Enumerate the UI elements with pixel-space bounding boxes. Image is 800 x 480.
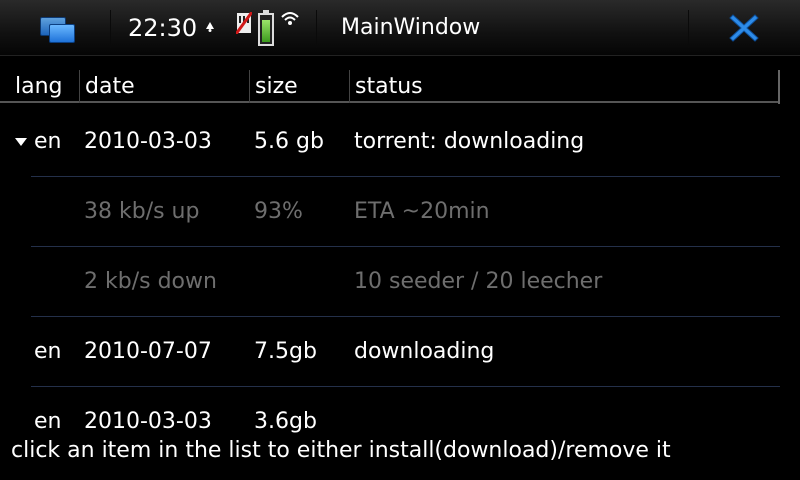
battery-icon: [258, 10, 274, 46]
cell-progress: 93%: [254, 199, 303, 224]
alarm-icon: [206, 22, 214, 32]
cell-size: 7.5gb: [254, 339, 317, 364]
cell-eta: ETA ~20min: [354, 199, 490, 224]
cell-status: torrent: downloading: [354, 129, 585, 154]
cell-size: 5.6 gb: [254, 129, 324, 154]
cell-size: 3.6gb: [254, 409, 317, 434]
clock[interactable]: 22:30: [128, 14, 197, 42]
cell-date: 2010-07-07: [84, 339, 212, 364]
cell-download-rate: 2 kb/s down: [84, 269, 217, 294]
sim-icon: [236, 12, 252, 34]
wifi-icon: [281, 12, 299, 25]
column-header-status[interactable]: status: [349, 70, 423, 103]
cell-status: downloading: [354, 339, 495, 364]
status-separator: [110, 10, 111, 48]
table-row[interactable]: en 2010-07-07 7.5gb downloading: [0, 317, 800, 387]
instruction-text: click an item in the list to either inst…: [11, 438, 671, 463]
expand-arrow-icon[interactable]: [15, 138, 27, 146]
status-bar: 22:30 MainWindow: [0, 0, 800, 56]
status-separator: [688, 10, 689, 48]
status-separator: [316, 10, 317, 48]
cell-date: 2010-03-03: [84, 409, 212, 434]
cell-lang: en: [34, 409, 62, 434]
cell-lang: en: [34, 339, 62, 364]
table-row[interactable]: en 2010-03-03 5.6 gb torrent: downloadin…: [0, 107, 800, 177]
column-header-date[interactable]: date: [79, 70, 135, 103]
cell-date: 2010-03-03: [84, 129, 212, 154]
close-icon[interactable]: [728, 12, 760, 44]
cell-lang: en: [34, 129, 62, 154]
column-header-size[interactable]: size: [249, 70, 298, 103]
scrollbar[interactable]: [778, 70, 780, 104]
window-title[interactable]: MainWindow: [341, 15, 480, 40]
table-header: lang date size status: [0, 70, 780, 103]
task-switcher-icon[interactable]: [38, 14, 78, 44]
cell-peers: 10 seeder / 20 leecher: [354, 269, 603, 294]
download-list: en 2010-03-03 5.6 gb torrent: downloadin…: [0, 107, 800, 437]
table-row-detail[interactable]: 2 kb/s down 10 seeder / 20 leecher: [0, 247, 800, 317]
column-header-lang[interactable]: lang: [15, 70, 63, 103]
table-row-detail[interactable]: 38 kb/s up 93% ETA ~20min: [0, 177, 800, 247]
table-row[interactable]: en 2010-03-03 3.6gb: [0, 387, 800, 437]
cell-upload-rate: 38 kb/s up: [84, 199, 200, 224]
